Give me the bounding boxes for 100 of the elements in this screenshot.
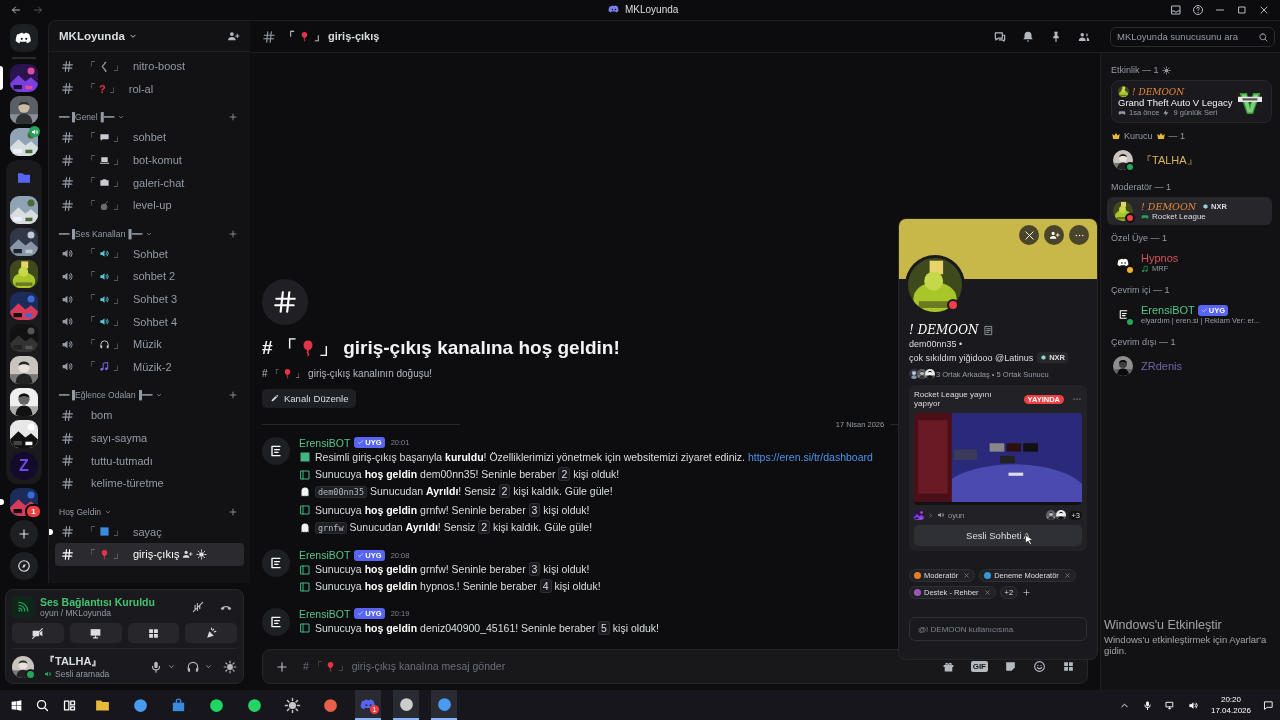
- apps-icon[interactable]: [1062, 660, 1075, 673]
- swords-button[interactable]: [1019, 225, 1039, 245]
- clock-time[interactable]: 20:20: [1220, 694, 1241, 705]
- channel-item[interactable]: 「 」 Müzik-2: [55, 355, 244, 379]
- channel-title: 」 giriş-çıkış: [314, 29, 380, 44]
- threads-icon[interactable]: [993, 29, 1007, 44]
- edit-channel-button[interactable]: Kanalı Düzenle: [262, 388, 357, 408]
- author-name[interactable]: ErensiBOT: [299, 549, 351, 562]
- channel-item[interactable]: 「 」 bot-komut: [55, 148, 244, 172]
- member-name: ErensiBOT: [1141, 304, 1195, 316]
- camera-button[interactable]: [12, 623, 64, 643]
- category-header[interactable]: Hoş Geldin: [59, 506, 113, 517]
- channel-item[interactable]: 「 」 level-up: [55, 193, 244, 217]
- message-field[interactable]: @! DEMOON kullanıcısına: [909, 617, 1087, 641]
- gift-icon[interactable]: [941, 660, 955, 673]
- close-icon[interactable]: [1258, 4, 1270, 16]
- server-icon[interactable]: Z: [10, 452, 38, 480]
- hash-icon: [61, 525, 74, 539]
- screen-share-button[interactable]: [69, 623, 122, 643]
- channel-item[interactable]: 「 」 Müzik: [55, 332, 244, 356]
- microphone-icon[interactable]: [1141, 699, 1153, 711]
- camera-off-icon: [31, 626, 45, 640]
- folder-icon[interactable]: [16, 170, 32, 186]
- headphones-icon[interactable]: [186, 659, 200, 674]
- volume-icon[interactable]: [1187, 699, 1199, 711]
- author-name[interactable]: ErensiBOT: [299, 607, 351, 620]
- channel-item[interactable]: sayı-sayma: [55, 426, 244, 450]
- invite-icon[interactable]: [182, 548, 194, 560]
- channel-item[interactable]: 「 」 Sohbet 4: [55, 310, 244, 333]
- category-header[interactable]: ━━▐Eğlence Odaları▐━━: [59, 390, 163, 401]
- emoji-icon[interactable]: [1033, 660, 1046, 673]
- clock-date[interactable]: 17.04.2026: [1210, 705, 1251, 716]
- channel-item[interactable]: 「 」 sohbet 2: [55, 265, 244, 288]
- channel-item[interactable]: kelime-türetme: [55, 471, 244, 495]
- voice-channel-link[interactable]: oyun / MKLoyunda: [40, 608, 155, 618]
- help-icon[interactable]: [1192, 4, 1204, 16]
- search-icon: [1258, 31, 1269, 43]
- check-icon: [1200, 306, 1208, 314]
- microphone-icon[interactable]: [149, 659, 163, 674]
- settings-icon[interactable]: [223, 659, 237, 674]
- chevron-icon[interactable]: [167, 662, 176, 671]
- soundboard-button[interactable]: [185, 623, 237, 643]
- taskbar-button[interactable]: [393, 690, 419, 720]
- more-button[interactable]: [1069, 225, 1089, 245]
- search-icon[interactable]: [35, 697, 50, 713]
- category-header[interactable]: ━━▐Ses Kanalları▐━━: [59, 228, 153, 239]
- channel-item[interactable]: 「 」 Sohbet 3: [55, 287, 244, 311]
- channel-item[interactable]: bom: [55, 404, 244, 427]
- category-header[interactable]: ━━▐Genel▐━━: [59, 112, 125, 123]
- plus-icon[interactable]: [275, 659, 289, 674]
- gif-button[interactable]: GIF: [970, 661, 988, 672]
- plus-icon[interactable]: [1022, 588, 1032, 597]
- create-channel-icon[interactable]: [228, 228, 238, 239]
- member-row[interactable]: ZRdenis: [1107, 352, 1272, 380]
- add-server-button[interactable]: [10, 520, 38, 548]
- username: dem00nn35 •: [909, 339, 964, 349]
- server-folder[interactable]: Z: [6, 160, 42, 484]
- inbox-icon[interactable]: [1170, 4, 1182, 16]
- add-friend-button[interactable]: [1044, 225, 1064, 245]
- hash-icon: [61, 431, 74, 445]
- channel-item[interactable]: 「 」 giriş-çıkış: [55, 543, 244, 566]
- message-text: Resimli giriş-çıkış başarıyla kuruldu! Özelliklerimizi yönetmek için websitemizi ziyaret ediniz. https://eren.si/tr/dashboard: [315, 449, 873, 465]
- activities-button[interactable]: [127, 623, 180, 643]
- chevron-icon[interactable]: [204, 662, 213, 671]
- taskbar-button[interactable]: [431, 690, 457, 720]
- channel-item[interactable]: tuttu-tutmadı: [55, 449, 244, 472]
- create-channel-icon[interactable]: [228, 112, 238, 123]
- noise-suppression-icon[interactable]: [191, 600, 205, 614]
- hash-icon: [262, 29, 276, 44]
- bot-avatar[interactable]: [262, 607, 290, 636]
- author-name[interactable]: ErensiBOT: [299, 436, 351, 449]
- bot-avatar[interactable]: [262, 436, 290, 465]
- link[interactable]: https://eren.si/tr/dashboard: [747, 450, 873, 463]
- notifications-icon[interactable]: [1263, 699, 1274, 711]
- home-button[interactable]: [10, 24, 38, 52]
- user-status: Sesli aramada: [55, 669, 110, 679]
- bot-avatar[interactable]: [262, 549, 290, 578]
- channel-item[interactable]: 「 」 sayaç: [55, 520, 244, 544]
- server-name[interactable]: MKLoyunda: [59, 30, 138, 42]
- settings-icon[interactable]: [1161, 65, 1171, 75]
- channel-item[interactable]: 「 」 Sohbet: [55, 242, 244, 266]
- back-icon[interactable]: [10, 4, 22, 16]
- invite-icon[interactable]: [227, 29, 240, 43]
- message-field[interactable]: # 「 」 giriş-çıkış kanalına mesaj gönder GIF: [262, 649, 1088, 684]
- discover-button[interactable]: [10, 552, 38, 580]
- channel-item[interactable]: 「 」 galeri-chat: [55, 171, 244, 194]
- create-channel-icon[interactable]: [228, 506, 238, 517]
- channel-title: 「: [284, 29, 295, 44]
- create-channel-icon[interactable]: [228, 390, 238, 401]
- channel-item[interactable]: 「 ? 」 rol-al: [55, 77, 244, 101]
- task-view-icon[interactable]: [62, 697, 77, 713]
- start-icon[interactable]: [10, 698, 23, 712]
- note-icon[interactable]: [983, 324, 995, 336]
- maximize-icon[interactable]: [1236, 4, 1248, 16]
- unread-indicator: [49, 528, 53, 535]
- network-icon[interactable]: [1164, 699, 1176, 711]
- channel-item[interactable]: 「 」 sohbet: [55, 126, 244, 149]
- search-field[interactable]: MKLoyunda sunucusunu ara: [1110, 26, 1275, 47]
- channel-item[interactable]: 「 く 」 nitro-boost: [55, 55, 244, 78]
- member-row[interactable]: 『TALHA』: [1107, 146, 1272, 174]
